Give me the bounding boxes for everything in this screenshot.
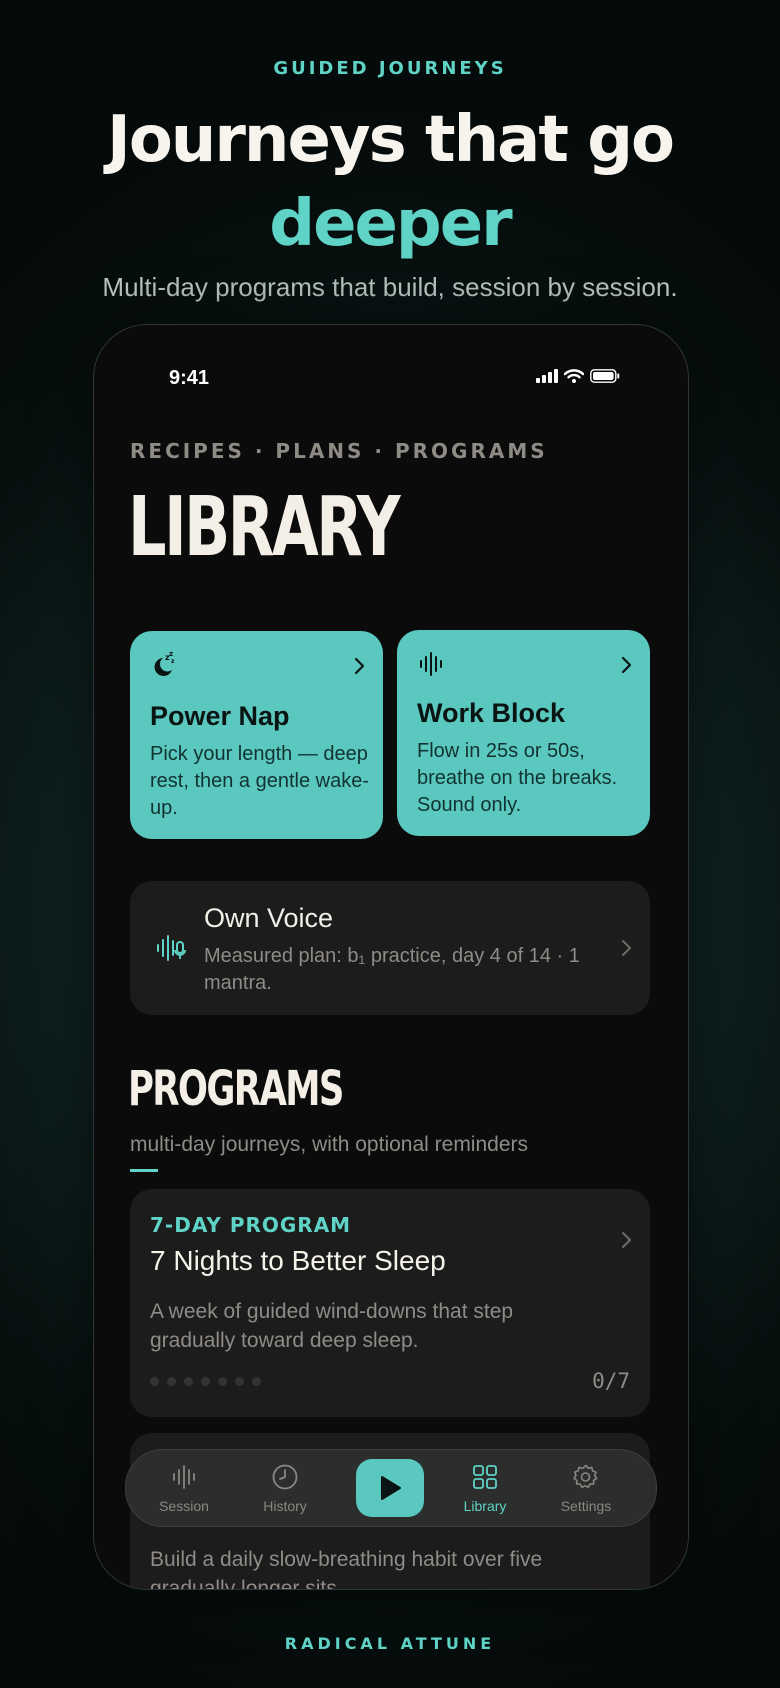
program-progress-count: 0/7 <box>592 1369 630 1393</box>
progress-dot <box>201 1377 210 1386</box>
tile-description: Flow in 25s or 50s, breathe on the break… <box>417 740 618 816</box>
wifi-icon <box>564 369 584 383</box>
cellular-signal-icon <box>536 369 558 383</box>
progress-dot <box>167 1377 176 1386</box>
progress-dot <box>218 1377 227 1386</box>
brand-wordmark: RADICAL ATTUNE <box>284 1634 496 1653</box>
play-button[interactable] <box>356 1459 424 1517</box>
tab-settings[interactable]: Settings <box>546 1462 626 1514</box>
tab-session[interactable]: Session <box>144 1462 224 1514</box>
tab-bar: Session History Library Settings <box>125 1449 657 1527</box>
play-icon <box>381 1476 401 1500</box>
hero-headline: Journeys that go deeper <box>0 98 780 266</box>
tab-label: Session <box>159 1498 209 1514</box>
chevron-right-icon <box>353 657 365 680</box>
tab-label: History <box>263 1498 307 1514</box>
svg-text:z: z <box>169 651 173 658</box>
program-description: A week of guided wind-downs that step gr… <box>150 1300 514 1352</box>
hero-subhead: Multi-day programs that build, session b… <box>102 272 678 302</box>
svg-text:z: z <box>171 658 175 665</box>
progress-dot <box>235 1377 244 1386</box>
voice-mic-icon <box>156 933 186 968</box>
own-voice-card[interactable]: Own Voice Measured plan: b₁ practice, da… <box>130 881 650 1015</box>
page-title: LIBRARY <box>128 480 400 575</box>
tile-title: Power Nap <box>150 701 290 731</box>
progress-dot <box>184 1377 193 1386</box>
voice-card-title: Own Voice <box>204 903 334 933</box>
status-time: 9:41 <box>169 367 210 389</box>
program-tag: 7-DAY PROGRAM <box>150 1213 352 1237</box>
program-description: Build a daily slow-breathing habit over … <box>150 1548 543 1590</box>
tile-title: Work Block <box>417 698 566 728</box>
status-icons <box>536 369 620 383</box>
progress-dot <box>252 1377 261 1386</box>
work-block-tile[interactable]: Work Block Flow in 25s or 50s, breathe o… <box>397 630 650 836</box>
battery-icon <box>590 369 620 383</box>
gear-icon <box>546 1462 626 1492</box>
voice-card-description: Measured plan: b₁ practice, day 4 of 14 … <box>204 945 580 994</box>
progress-dot <box>150 1377 159 1386</box>
waveform-icon <box>144 1462 224 1492</box>
moon-sleep-icon: z z z <box>150 650 178 684</box>
section-underline <box>130 1169 158 1172</box>
tile-description: Pick your length — deep rest, then a gen… <box>150 743 370 819</box>
programs-section-subtitle: multi-day journeys, with optional remind… <box>130 1133 529 1156</box>
library-eyebrow: RECIPES · PLANS · PROGRAMS <box>130 439 548 463</box>
grid-icon <box>445 1462 525 1492</box>
tab-label: Library <box>463 1498 507 1514</box>
hero-headline-accent: deeper <box>269 187 512 261</box>
hero-headline-line1: Journeys that go <box>107 103 675 177</box>
tab-library[interactable]: Library <box>445 1462 525 1514</box>
tab-label: Settings <box>560 1498 612 1514</box>
programs-section-title: PROGRAMS <box>128 1061 344 1117</box>
chevron-right-icon <box>620 939 632 962</box>
waveform-icon <box>417 650 445 683</box>
program-progress-dots <box>150 1377 261 1386</box>
chevron-right-icon <box>620 1231 632 1254</box>
program-title: 7 Nights to Better Sleep <box>150 1245 446 1276</box>
program-card-sleep[interactable]: 7-DAY PROGRAM 7 Nights to Better Sleep A… <box>130 1189 650 1417</box>
chevron-right-icon <box>620 656 632 679</box>
tab-history[interactable]: History <box>245 1462 325 1514</box>
phone-frame: 9:41 RECIPES · PLANS · PROGRAMS LIBRARY … <box>93 324 689 1590</box>
power-nap-tile[interactable]: z z z Power Nap Pick your length — deep … <box>130 631 383 839</box>
hero-kicker: GUIDED JOURNEYS <box>273 58 507 79</box>
clock-icon <box>245 1462 325 1492</box>
